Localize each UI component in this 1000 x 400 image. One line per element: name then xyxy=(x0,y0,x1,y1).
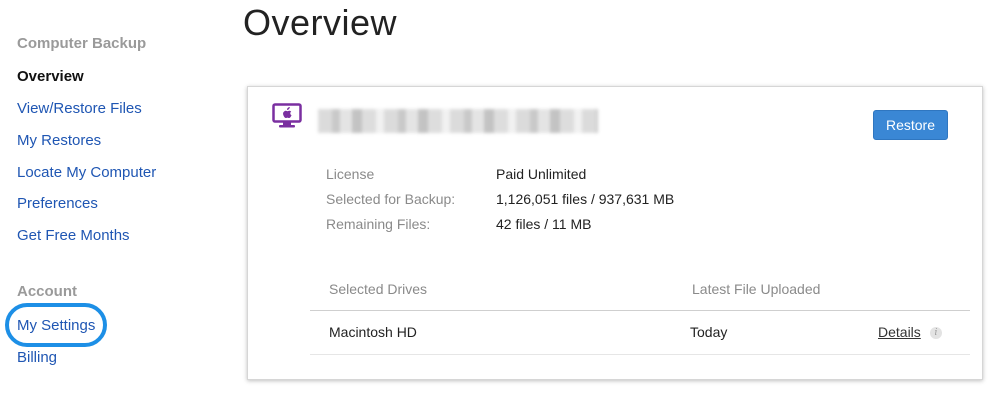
info-icon[interactable]: i xyxy=(930,327,942,339)
drive-latest-upload: Today xyxy=(690,324,728,340)
sidebar-item-overview[interactable]: Overview xyxy=(17,68,84,85)
sidebar: Computer Backup Overview View/Restore Fi… xyxy=(0,0,230,400)
selected-for-backup-value: 1,126,051 files / 937,631 MB xyxy=(496,191,675,207)
remaining-files-value: 42 files / 11 MB xyxy=(496,216,592,232)
license-label: License xyxy=(326,166,375,182)
drives-table-header: Selected Drives Latest File Uploaded xyxy=(310,273,970,311)
details-link[interactable]: Details xyxy=(878,324,921,340)
computer-name-redacted xyxy=(318,109,598,133)
remaining-files-label: Remaining Files: xyxy=(326,216,431,232)
sidebar-item-my-settings[interactable]: My Settings xyxy=(17,317,95,334)
col-latest-file-uploaded: Latest File Uploaded xyxy=(692,281,821,297)
sidebar-item-view-restore-files[interactable]: View/Restore Files xyxy=(17,100,142,117)
sidebar-heading-computer-backup: Computer Backup xyxy=(17,35,147,52)
sidebar-item-preferences[interactable]: Preferences xyxy=(17,195,98,212)
sidebar-item-billing[interactable]: Billing xyxy=(17,349,57,366)
col-selected-drives: Selected Drives xyxy=(329,281,428,297)
page-title: Overview xyxy=(243,2,398,43)
table-row: Macintosh HD Today Details i xyxy=(310,311,970,355)
sidebar-item-my-restores[interactable]: My Restores xyxy=(17,132,101,149)
sidebar-item-get-free-months[interactable]: Get Free Months xyxy=(17,227,130,244)
sidebar-item-locate-my-computer[interactable]: Locate My Computer xyxy=(17,164,156,181)
license-value: Paid Unlimited xyxy=(496,166,587,182)
computer-card: Restore License Paid Unlimited Selected … xyxy=(247,86,983,380)
monitor-icon xyxy=(272,103,302,129)
selected-for-backup-label: Selected for Backup: xyxy=(326,191,456,207)
restore-button[interactable]: Restore xyxy=(873,110,948,140)
drive-name: Macintosh HD xyxy=(329,324,417,340)
sidebar-heading-account: Account xyxy=(17,283,77,300)
